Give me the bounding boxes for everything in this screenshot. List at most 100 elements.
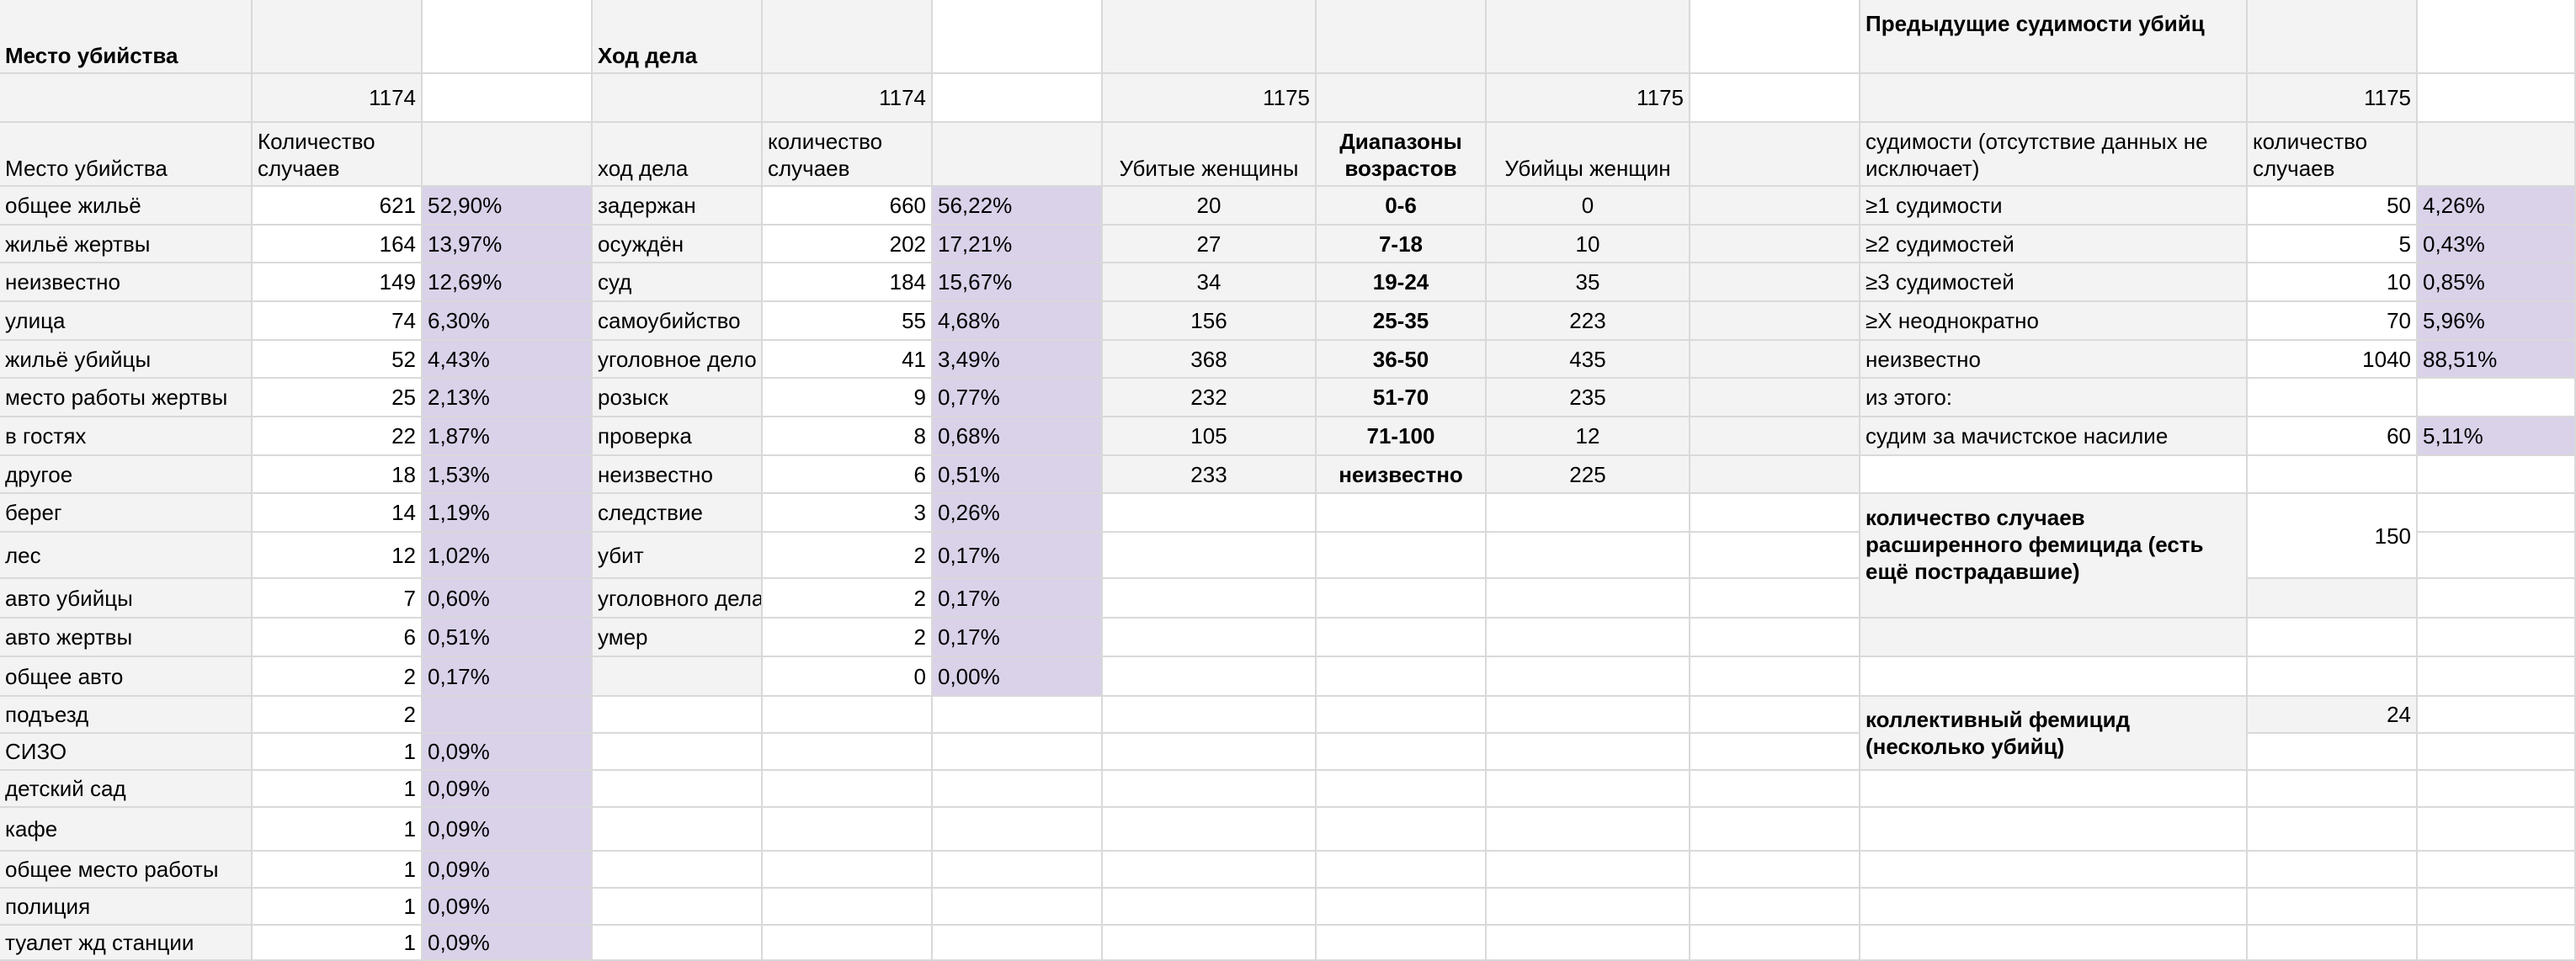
empty-cell[interactable] xyxy=(1317,619,1487,657)
case-progress-row-count[interactable]: 2 xyxy=(763,619,933,657)
convictions-row-count[interactable]: 5 xyxy=(2248,226,2418,263)
empty-cell[interactable] xyxy=(1690,657,1860,697)
empty-cell[interactable] xyxy=(593,889,763,926)
extended-femicide-label[interactable]: количество случаев расширенного фемицида… xyxy=(1860,494,2248,619)
murder-place-row-count[interactable]: 149 xyxy=(253,263,423,302)
murder-place-row-pct[interactable]: 1,02% xyxy=(423,533,593,579)
murder-place-title[interactable]: Место убийства xyxy=(0,0,253,74)
header-cell[interactable] xyxy=(1317,0,1487,74)
empty-cell[interactable] xyxy=(1690,889,1860,926)
murder-place-row-count[interactable]: 2 xyxy=(253,697,423,734)
case-progress-row-count[interactable]: 184 xyxy=(763,263,933,302)
empty-cell[interactable] xyxy=(1487,533,1690,579)
ages-row-range[interactable]: 7-18 xyxy=(1317,226,1487,263)
empty-cell[interactable] xyxy=(593,734,763,771)
case-progress-row-label[interactable]: уголовного дела xyxy=(593,579,763,619)
murder-place-row-pct[interactable]: 0,09% xyxy=(423,734,593,771)
murder-place-row-label[interactable]: место работы жертвы xyxy=(0,379,253,417)
murder-place-row-count[interactable]: 1 xyxy=(253,852,423,889)
empty-cell[interactable] xyxy=(2248,456,2418,494)
case-progress-title[interactable]: Ход дела xyxy=(593,0,763,74)
case-progress-row-label[interactable]: самоубийство xyxy=(593,302,763,341)
empty-cell[interactable] xyxy=(2418,889,2576,926)
murder-place-total[interactable]: 1174 xyxy=(253,74,423,123)
ages-row-victims[interactable]: 232 xyxy=(1103,379,1317,417)
empty-cell[interactable] xyxy=(1860,808,2248,852)
convictions-row-label[interactable]: ≥X неоднократно xyxy=(1860,302,2248,341)
empty-cell[interactable] xyxy=(1487,619,1690,657)
case-progress-row-count[interactable]: 55 xyxy=(763,302,933,341)
case-progress-row-label[interactable]: следствие xyxy=(593,494,763,533)
empty-cell[interactable] xyxy=(1317,926,1487,961)
murder-place-row-label[interactable]: туалет жд станции xyxy=(0,926,253,961)
case-progress-row-pct[interactable]: 0,68% xyxy=(933,417,1103,456)
murder-place-row-count[interactable]: 18 xyxy=(253,456,423,494)
murder-place-row-label[interactable]: неизвестно xyxy=(0,263,253,302)
empty-cell[interactable] xyxy=(1103,619,1317,657)
empty-cell[interactable] xyxy=(1103,579,1317,619)
murder-place-row-count[interactable]: 25 xyxy=(253,379,423,417)
ages-row-range[interactable]: 19-24 xyxy=(1317,263,1487,302)
convictions-row-label[interactable]: ≥1 судимости xyxy=(1860,187,2248,226)
case-progress-row-count[interactable]: 660 xyxy=(763,187,933,226)
empty-cell[interactable] xyxy=(763,808,933,852)
empty-cell[interactable] xyxy=(593,852,763,889)
empty-cell[interactable] xyxy=(2418,852,2576,889)
ages-row-victims[interactable]: 34 xyxy=(1103,263,1317,302)
ages-row-killers[interactable]: 12 xyxy=(1487,417,1690,456)
murder-place-row-pct[interactable]: 4,43% xyxy=(423,341,593,379)
ages-row-victims[interactable]: 233 xyxy=(1103,456,1317,494)
empty-cell[interactable] xyxy=(1860,771,2248,808)
convictions-row-count[interactable]: 10 xyxy=(2248,263,2418,302)
convictions-row-pct[interactable]: 5,96% xyxy=(2418,302,2576,341)
empty-cell[interactable] xyxy=(1487,734,1690,771)
ages-row-range[interactable]: 36-50 xyxy=(1317,341,1487,379)
cell[interactable] xyxy=(1690,263,1860,302)
convictions-row-count[interactable]: 1040 xyxy=(2248,341,2418,379)
murder-place-col-label[interactable]: Место убийства xyxy=(0,123,253,187)
case-progress-row-pct[interactable]: 0,17% xyxy=(933,579,1103,619)
empty-cell[interactable] xyxy=(933,808,1103,852)
case-progress-row-count[interactable]: 8 xyxy=(763,417,933,456)
empty-cell[interactable] xyxy=(2418,533,2576,579)
case-progress-row-pct[interactable]: 0,77% xyxy=(933,379,1103,417)
case-progress-row-label[interactable]: суд xyxy=(593,263,763,302)
empty-cell[interactable] xyxy=(1317,808,1487,852)
cell[interactable] xyxy=(423,123,593,187)
empty-cell[interactable] xyxy=(1487,579,1690,619)
ages-total-victims[interactable]: 1175 xyxy=(1103,74,1317,123)
empty-cell[interactable] xyxy=(1860,889,2248,926)
case-progress-row-label[interactable]: розыск xyxy=(593,379,763,417)
empty-cell[interactable] xyxy=(2418,657,2576,697)
murder-place-row-label[interactable]: авто убийцы xyxy=(0,579,253,619)
murder-place-row-count[interactable]: 52 xyxy=(253,341,423,379)
cell[interactable] xyxy=(1690,226,1860,263)
ages-row-killers[interactable]: 10 xyxy=(1487,226,1690,263)
empty-cell[interactable] xyxy=(2418,579,2576,619)
convictions-row-count[interactable]: 50 xyxy=(2248,187,2418,226)
empty-cell[interactable] xyxy=(1487,657,1690,697)
murder-place-row-pct[interactable]: 0,51% xyxy=(423,619,593,657)
convictions-row-count[interactable] xyxy=(2248,379,2418,417)
convictions-row-pct[interactable]: 4,26% xyxy=(2418,187,2576,226)
case-progress-row-pct[interactable]: 0,00% xyxy=(933,657,1103,697)
murder-place-row-count[interactable]: 164 xyxy=(253,226,423,263)
empty-cell[interactable] xyxy=(1487,926,1690,961)
murder-place-row-pct[interactable]: 6,30% xyxy=(423,302,593,341)
empty-cell[interactable] xyxy=(1103,808,1317,852)
empty-cell[interactable] xyxy=(1487,494,1690,533)
empty-cell[interactable] xyxy=(1690,697,1860,734)
murder-place-row-label[interactable]: общее место работы xyxy=(0,852,253,889)
convictions-row-pct[interactable]: 0,85% xyxy=(2418,263,2576,302)
empty-cell[interactable] xyxy=(2418,456,2576,494)
empty-cell[interactable] xyxy=(1317,771,1487,808)
murder-place-row-count[interactable]: 621 xyxy=(253,187,423,226)
murder-place-row-label[interactable]: в гостях xyxy=(0,417,253,456)
convictions-row-count[interactable]: 70 xyxy=(2248,302,2418,341)
murder-place-row-label[interactable]: жильё жертвы xyxy=(0,226,253,263)
case-progress-total[interactable]: 1174 xyxy=(763,74,933,123)
empty-cell[interactable] xyxy=(1317,852,1487,889)
empty-cell[interactable] xyxy=(1317,657,1487,697)
empty-cell[interactable] xyxy=(1103,771,1317,808)
empty-cell[interactable] xyxy=(1317,889,1487,926)
